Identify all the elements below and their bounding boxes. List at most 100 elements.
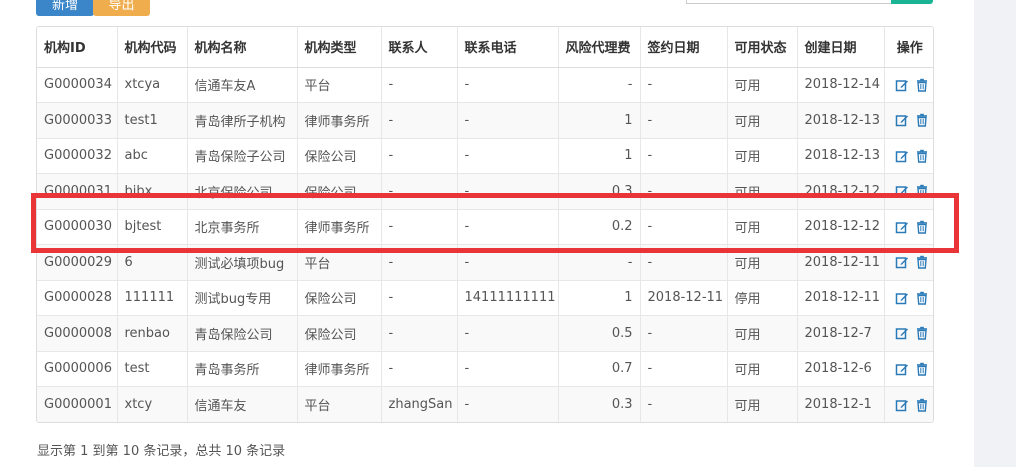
- table-cell: G0000001: [37, 386, 118, 422]
- table-cell: 0.7: [558, 351, 641, 387]
- column-header[interactable]: 操作: [884, 27, 933, 68]
- table-cell: 0.2: [558, 209, 641, 245]
- table-cell: 可用: [727, 67, 798, 103]
- table-cell: -: [381, 351, 458, 387]
- table-cell: 北京保险公司: [187, 173, 298, 210]
- table-cell: 测试bug专用: [187, 280, 298, 316]
- table-cell: 2018-12-12: [797, 173, 885, 210]
- table-cell: 1: [558, 280, 641, 316]
- table-cell: 停用: [727, 280, 798, 316]
- trash-icon[interactable]: [915, 113, 929, 127]
- table-cell: G0000008: [37, 315, 118, 352]
- table-cell: 6: [117, 244, 188, 281]
- table-cell: -: [640, 351, 728, 387]
- trash-icon[interactable]: [915, 220, 929, 234]
- edit-icon[interactable]: [895, 362, 909, 376]
- column-header[interactable]: 联系人: [381, 27, 458, 68]
- table-cell: -: [457, 351, 559, 387]
- table-cell: 0.3: [558, 386, 641, 422]
- edit-icon[interactable]: [895, 398, 909, 412]
- table-cell: 2018-12-1: [797, 386, 885, 422]
- table-cell: G0000028: [37, 280, 118, 316]
- table-cell: 律师事务所: [297, 209, 382, 245]
- trash-icon[interactable]: [915, 184, 929, 198]
- edit-icon[interactable]: [895, 113, 909, 127]
- table-row: G0000031 bjbx 北京保险公司 保险公司 - -0.3- 可用 2018-12-12: [37, 173, 933, 210]
- table-cell: -: [640, 315, 728, 352]
- table-cell: 14111111111: [457, 280, 559, 316]
- column-header[interactable]: 创建日期: [797, 27, 885, 68]
- table-cell: 信通车友A: [187, 67, 298, 103]
- table-cell: -: [457, 209, 559, 245]
- table-cell: 保险公司: [297, 138, 382, 174]
- table-cell: 北京事务所: [187, 209, 298, 245]
- table-row: G0000006 test 青岛事务所 律师事务所 - -0.7- 可用 2018-12-6: [37, 351, 933, 387]
- table-row: G0000028 111111 测试bug专用 保险公司 -14111111111 1 20…: [37, 280, 933, 316]
- table-cell: 可用: [727, 244, 798, 281]
- edit-icon[interactable]: [895, 184, 909, 198]
- table-cell: 1: [558, 138, 641, 174]
- edit-icon[interactable]: [895, 291, 909, 305]
- table-cell: abc: [117, 138, 188, 174]
- table-cell: -: [381, 244, 458, 281]
- table-row: G0000001 xtcy 信通车友 平台 zhangSan -0.3- 可用 2018-12…: [37, 386, 933, 422]
- table-cell: -: [381, 280, 458, 316]
- row-actions: [884, 386, 933, 422]
- edit-icon[interactable]: [895, 78, 909, 92]
- table-cell: G0000029: [37, 244, 118, 281]
- table-cell: 测试必填项bug: [187, 244, 298, 281]
- edit-icon[interactable]: [895, 220, 909, 234]
- trash-icon[interactable]: [915, 149, 929, 163]
- column-header[interactable]: 机构代码: [117, 27, 188, 68]
- table-header: 机构ID 机构代码 机构名称 机构类型 联系人 联系电话 风险代理费 签约日期 可用状态 创建日期…: [37, 27, 933, 68]
- table-cell: xtcya: [117, 67, 188, 103]
- table-row: G0000030 bjtest 北京事务所 律师事务所 - -0.2- 可用 2018-12-…: [37, 209, 933, 245]
- column-header[interactable]: 联系电话: [457, 27, 559, 68]
- table-cell: 保险公司: [297, 173, 382, 210]
- table-cell: 保险公司: [297, 280, 382, 316]
- column-header[interactable]: 机构名称: [187, 27, 298, 68]
- search-button[interactable]: [891, 0, 933, 4]
- edit-icon[interactable]: [895, 149, 909, 163]
- table-cell: 0.3: [558, 173, 641, 210]
- table-cell: -: [457, 67, 559, 103]
- trash-icon[interactable]: [915, 255, 929, 269]
- row-actions: [884, 102, 933, 139]
- add-button[interactable]: 新增: [36, 0, 94, 16]
- table-cell: 可用: [727, 138, 798, 174]
- edit-icon[interactable]: [895, 326, 909, 340]
- export-button[interactable]: 导出: [93, 0, 150, 16]
- edit-icon[interactable]: [895, 255, 909, 269]
- pagination-info: 显示第 1 到第 10 条记录，总共 10 条记录: [37, 444, 286, 459]
- table-row: G0000033 test1 青岛律所子机构 律师事务所 - -1- 可用 2018-12-1…: [37, 102, 933, 139]
- table-cell: -: [640, 102, 728, 139]
- column-header[interactable]: 可用状态: [727, 27, 798, 68]
- trash-icon[interactable]: [915, 78, 929, 92]
- table-cell: -: [640, 173, 728, 210]
- table-row: G0000034 xtcya 信通车友A 平台 - - - - 可用 2018-12-14: [37, 67, 933, 103]
- table-cell: 平台: [297, 244, 382, 281]
- table-cell: 2018-12-11: [640, 280, 728, 316]
- trash-icon[interactable]: [915, 362, 929, 376]
- table-cell: -: [381, 138, 458, 174]
- trash-icon[interactable]: [915, 326, 929, 340]
- table-cell: 可用: [727, 315, 798, 352]
- institution-table: 机构ID 机构代码 机构名称 机构类型 联系人 联系电话 风险代理费 签约日期 可用状态 创建日期…: [36, 26, 934, 423]
- table-cell: 2018-12-13: [797, 138, 885, 174]
- table-cell: -: [457, 244, 559, 281]
- table-cell: 律师事务所: [297, 102, 382, 139]
- column-header[interactable]: 风险代理费: [558, 27, 641, 68]
- table-cell: 青岛保险公司: [187, 315, 298, 352]
- table-cell: 律师事务所: [297, 351, 382, 387]
- row-actions: [884, 244, 933, 281]
- table-cell: 青岛事务所: [187, 351, 298, 387]
- trash-icon[interactable]: [915, 291, 929, 305]
- table-cell: G0000034: [37, 67, 118, 103]
- table-cell: 可用: [727, 386, 798, 422]
- column-header[interactable]: 签约日期: [640, 27, 728, 68]
- search-input[interactable]: [686, 0, 892, 4]
- table-cell: bjtest: [117, 209, 188, 245]
- column-header[interactable]: 机构ID: [37, 27, 118, 68]
- column-header[interactable]: 机构类型: [297, 27, 382, 68]
- trash-icon[interactable]: [915, 398, 929, 412]
